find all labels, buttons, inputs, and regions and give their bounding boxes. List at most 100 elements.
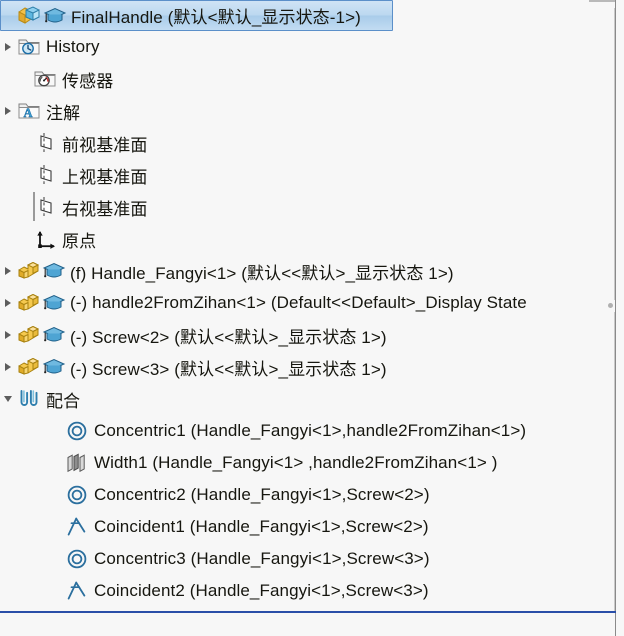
mates-folder-icon <box>20 390 38 406</box>
concentric-icon-wrap <box>64 544 90 574</box>
feature-manager-tree-panel[interactable]: FinalHandle (默认<默认_显示状态-1>) History 传感器 … <box>0 0 624 636</box>
coincident-icon <box>67 517 86 536</box>
history-folder-icon-wrap <box>16 32 42 62</box>
svg-text:A: A <box>23 106 32 120</box>
tree-item-annotations[interactable]: A 注解 <box>0 95 616 127</box>
graduation-cap-icon <box>43 7 67 22</box>
expand-arrow-icon[interactable] <box>5 43 11 51</box>
graduation-cap-icon <box>42 326 66 342</box>
tree-item-label: (-) Screw<2> (默认<<默认>_显示状态 1>) <box>70 327 387 347</box>
plane-icon <box>40 197 52 216</box>
expand-arrow-icon[interactable] <box>5 331 11 339</box>
panel-right-border <box>615 0 616 636</box>
concentric-icon <box>67 549 87 569</box>
assembly-icon-wrap <box>17 1 67 31</box>
tree-item-mate-concentric3[interactable]: Concentric3 (Handle_Fangyi<1>,Screw<3>) <box>0 543 616 575</box>
mates-folder-icon-wrap <box>16 384 42 414</box>
tree-item-origin[interactable]: 原点 <box>0 223 616 255</box>
twisty-spacer <box>48 447 64 479</box>
graduation-cap-icon <box>42 358 66 374</box>
expand-toggle[interactable] <box>0 95 16 127</box>
expand-toggle[interactable] <box>0 287 16 319</box>
tree-item-mates-folder[interactable]: 配合 <box>0 383 616 415</box>
expand-toggle[interactable] <box>0 351 16 383</box>
tree-item-label: 传感器 <box>62 71 114 91</box>
tree-item-front-plane[interactable]: 前视基准面 <box>0 127 616 159</box>
graduation-cap-icon <box>42 262 66 278</box>
tree-item-component-handle2-from-zihan[interactable]: (-) handle2FromZihan<1> (Default<<Defaul… <box>0 287 616 319</box>
collapse-arrow-icon[interactable] <box>4 396 12 402</box>
coincident-icon-wrap <box>64 512 90 542</box>
graduation-cap-icon <box>42 294 66 310</box>
expand-toggle[interactable] <box>0 255 16 287</box>
plane-icon <box>40 133 52 152</box>
component-icon <box>18 261 40 279</box>
tree-item-label: Coincident1 (Handle_Fangyi<1>,Screw<2>) <box>94 517 429 536</box>
tree-item-mate-coincident1[interactable]: Coincident1 (Handle_Fangyi<1>,Screw<2>) <box>0 511 616 543</box>
tree-item-component-screw-3[interactable]: (-) Screw<3> (默认<<默认>_显示状态 1>) <box>0 351 616 383</box>
plane-icon-wrap <box>32 160 58 190</box>
annotations-folder-icon-wrap: A <box>16 96 42 126</box>
tree-item-mate-concentric2[interactable]: Concentric2 (Handle_Fangyi<1>,Screw<2>) <box>0 479 616 511</box>
tree-item-label: FinalHandle (默认<默认_显示状态-1>) <box>71 8 361 27</box>
origin-icon <box>37 231 55 249</box>
tree-item-label: (f) Handle_Fangyi<1> (默认<<默认>_显示状态 1>) <box>70 263 454 283</box>
expand-toggle[interactable] <box>0 31 16 63</box>
tree-row-list[interactable]: FinalHandle (默认<默认_显示状态-1>) History 传感器 … <box>0 0 616 607</box>
tree-item-label: (-) Screw<3> (默认<<默认>_显示状态 1>) <box>70 359 387 379</box>
tree-item-label: Coincident2 (Handle_Fangyi<1>,Screw<3>) <box>94 581 429 600</box>
expand-arrow-icon[interactable] <box>5 267 11 275</box>
component-icon <box>18 357 40 375</box>
collapse-toggle[interactable] <box>0 383 16 415</box>
tree-item-component-handle-fangyi[interactable]: (f) Handle_Fangyi<1> (默认<<默认>_显示状态 1>) <box>0 255 616 287</box>
twisty-spacer <box>48 575 64 607</box>
plane-icon-wrap <box>32 192 58 222</box>
scrollbar-thumb-marker[interactable] <box>608 303 613 308</box>
twisty-spacer <box>16 63 32 95</box>
component-icon-wrap <box>16 352 66 382</box>
tree-item-label: Concentric1 (Handle_Fangyi<1>,handle2Fro… <box>94 421 527 440</box>
tree-item-label: 右视基准面 <box>62 199 148 219</box>
tree-item-label: History <box>46 37 100 56</box>
component-icon-wrap <box>16 256 66 286</box>
expand-arrow-icon[interactable] <box>5 107 11 115</box>
annotations-folder-icon: A <box>18 103 40 120</box>
expand-arrow-icon[interactable] <box>5 299 11 307</box>
twisty-spacer <box>16 159 32 191</box>
tree-item-label: Concentric2 (Handle_Fangyi<1>,Screw<2>) <box>94 485 430 504</box>
tree-item-label: 前视基准面 <box>62 135 148 155</box>
concentric-icon <box>67 485 87 505</box>
tree-item-right-plane[interactable]: 右视基准面 <box>0 191 616 223</box>
component-icon <box>18 293 40 311</box>
tree-item-mate-width1[interactable]: Width1 (Handle_Fangyi<1> ,handle2FromZih… <box>0 447 616 479</box>
tree-item-history[interactable]: History <box>0 31 616 63</box>
tree-item-final-handle[interactable]: FinalHandle (默认<默认_显示状态-1>) <box>0 0 393 31</box>
coincident-icon-wrap <box>64 576 90 606</box>
tree-item-label: 配合 <box>46 391 81 411</box>
assembly-icon <box>18 5 40 24</box>
twisty-spacer <box>48 415 64 447</box>
twisty-spacer <box>1 0 17 32</box>
tree-item-label: 注解 <box>46 103 81 123</box>
tree-item-label: Width1 (Handle_Fangyi<1> ,handle2FromZih… <box>94 453 498 472</box>
width-mate-icon-wrap <box>64 448 90 478</box>
twisty-spacer <box>16 223 32 255</box>
twisty-spacer <box>48 511 64 543</box>
tree-item-label: 原点 <box>62 231 97 251</box>
tree-item-component-screw-2[interactable]: (-) Screw<2> (默认<<默认>_显示状态 1>) <box>0 319 616 351</box>
concentric-icon-wrap <box>64 416 90 446</box>
twisty-spacer <box>16 191 32 223</box>
expand-toggle[interactable] <box>0 319 16 351</box>
twisty-spacer <box>16 127 32 159</box>
width-mate-icon <box>67 453 85 473</box>
concentric-icon-wrap <box>64 480 90 510</box>
concentric-icon <box>67 421 87 441</box>
tree-item-top-plane[interactable]: 上视基准面 <box>0 159 616 191</box>
plane-icon-wrap <box>32 128 58 158</box>
plane-icon <box>40 165 52 184</box>
tree-item-mate-concentric1[interactable]: Concentric1 (Handle_Fangyi<1>,handle2Fro… <box>0 415 616 447</box>
panel-top-divider <box>589 0 615 2</box>
expand-arrow-icon[interactable] <box>5 363 11 371</box>
tree-item-mate-coincident2[interactable]: Coincident2 (Handle_Fangyi<1>,Screw<3>) <box>0 575 616 607</box>
tree-item-sensors[interactable]: 传感器 <box>0 63 616 95</box>
